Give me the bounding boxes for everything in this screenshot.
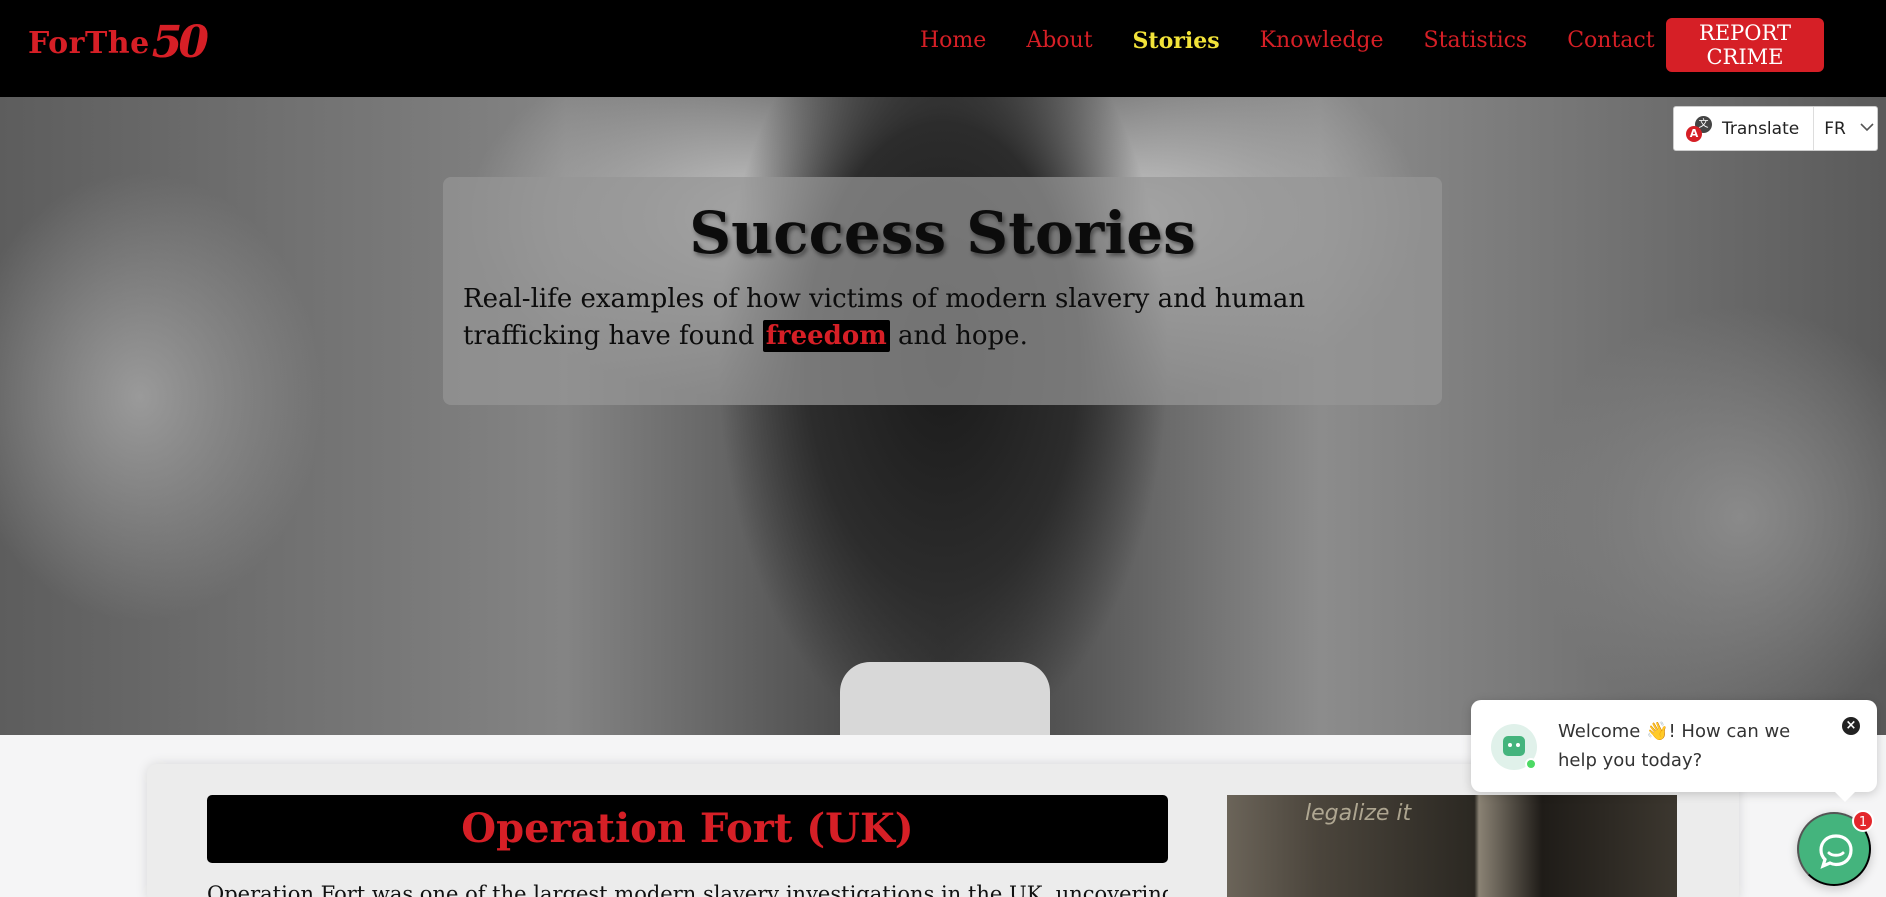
nav-stories[interactable]: Stories bbox=[1133, 28, 1220, 54]
online-status-dot bbox=[1525, 758, 1537, 770]
translate-icon: 文 A bbox=[1686, 115, 1712, 142]
chat-icon bbox=[1819, 834, 1853, 869]
hero-banner: Success Stories Real-life examples of ho… bbox=[0, 97, 1886, 735]
nav-home[interactable]: Home bbox=[920, 28, 986, 54]
site-logo[interactable]: ForThe 50 bbox=[28, 17, 209, 68]
nav-statistics[interactable]: Statistics bbox=[1424, 28, 1528, 54]
translate-widget[interactable]: 文 A Translate FR bbox=[1673, 106, 1878, 151]
chevron-down-icon[interactable] bbox=[1860, 121, 1874, 136]
chat-welcome-text: Welcome 👋! How can we help you today? bbox=[1558, 721, 1791, 771]
hero-subtitle-end: and hope. bbox=[897, 321, 1028, 351]
story-image: legalize it bbox=[1227, 795, 1677, 897]
close-icon[interactable]: × bbox=[1842, 717, 1860, 735]
page-title: Success Stories bbox=[689, 199, 1196, 267]
hero-subtitle: Real-life examples of how victims of mod… bbox=[463, 281, 1423, 355]
story-title: Operation Fort (UK) bbox=[207, 795, 1168, 863]
language-select[interactable]: FR bbox=[1824, 119, 1846, 139]
bot-avatar-icon bbox=[1491, 724, 1537, 770]
translate-divider bbox=[1813, 107, 1815, 150]
nav-contact[interactable]: Contact bbox=[1567, 28, 1654, 54]
story-image-graffiti: legalize it bbox=[1305, 801, 1412, 826]
nav-knowledge[interactable]: Knowledge bbox=[1260, 28, 1384, 54]
navbar: ForThe 50 Home About Stories Knowledge S… bbox=[0, 0, 1886, 97]
hero-highlight: freedom bbox=[762, 320, 890, 352]
report-crime-button[interactable]: REPORT CRIME bbox=[1666, 18, 1824, 72]
nav-about[interactable]: About bbox=[1026, 28, 1092, 54]
main-nav: Home About Stories Knowledge Statistics … bbox=[920, 28, 1695, 54]
translate-label: Translate bbox=[1722, 118, 1800, 139]
logo-text: ForThe bbox=[28, 25, 150, 61]
chat-welcome-bubble[interactable]: Welcome 👋! How can we help you today? × bbox=[1471, 700, 1877, 802]
hero-text-box: Success Stories Real-life examples of ho… bbox=[443, 177, 1442, 405]
notification-badge: 1 bbox=[1852, 810, 1874, 832]
logo-number: 50 bbox=[151, 17, 209, 68]
story-text: Operation Fort was one of the largest mo… bbox=[207, 882, 1168, 897]
hero-image-detail bbox=[840, 662, 1050, 735]
